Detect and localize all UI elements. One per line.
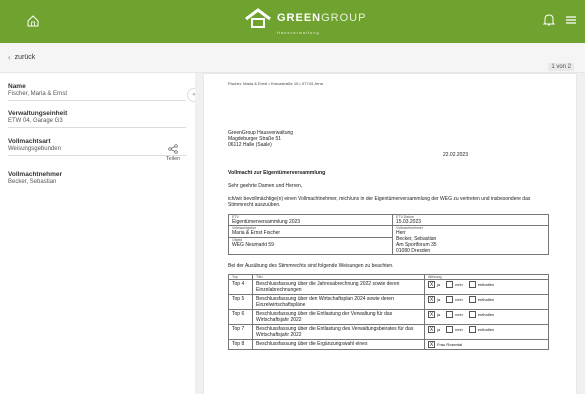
share-label: Teilen <box>165 156 181 162</box>
logo-light-text: GROUP <box>321 12 367 24</box>
field-label: Vollmachtnehmer <box>8 171 63 178</box>
table-row: Top 6 Beschlussfassung über die Entlastu… <box>228 309 549 325</box>
title-cell: Beschlussfassung über den Wirtschaftspla… <box>252 294 425 310</box>
cell-value: 15.03.2023 <box>396 219 422 225</box>
field-vollmachtsart: Vollmachtsart Weisungsgebunden <box>8 138 186 156</box>
field-name: Name Fischer, Maria & Ernst <box>8 83 186 101</box>
nein-checkbox[interactable] <box>446 281 454 288</box>
sub-navigation: ‹ zurück 1 von 2 <box>0 43 585 73</box>
top-cell: Top 4 <box>228 279 253 295</box>
enthalten-checkbox[interactable] <box>468 296 476 303</box>
enthalten-checkbox[interactable] <box>468 326 476 333</box>
top-cell: Top 5 <box>228 294 253 310</box>
title-cell: Beschlussfassung über die Ergänzungswahl… <box>252 339 425 350</box>
info-cell-date: ETV-Datum 15.03.2023 <box>392 214 549 226</box>
field-label: Verwaltungseinheit <box>8 110 68 117</box>
logo-house-icon <box>245 8 271 28</box>
option-label: ja <box>437 297 441 302</box>
field-label: Vollmachtsart <box>8 138 51 145</box>
option-label: ja <box>437 312 441 317</box>
document-page: Fischer, Maria & Ernst • Kreuzstraße 15 … <box>204 74 576 394</box>
candidate-label: Frau Rosental <box>437 342 463 347</box>
cell-value: Maria & Ernst Fischer <box>232 230 281 236</box>
detail-sidebar: Name Fischer, Maria & Ernst Verwaltungse… <box>0 73 195 394</box>
weisung-cell: Xja nein enthalten <box>424 279 549 295</box>
logo-main-text: GREEN <box>277 12 322 24</box>
sender-line: Fischer, Maria & Ernst • Kreuzstraße 15 … <box>228 81 323 86</box>
table-row: Top 8 Beschlussfassung über die Ergänzun… <box>228 339 549 350</box>
page-counter: 1 von 2 <box>548 63 574 71</box>
ja-checkbox[interactable]: X <box>428 311 435 318</box>
enthalten-checkbox[interactable] <box>468 281 476 288</box>
weisung-cell: Xja nein enthalten <box>424 324 549 340</box>
instruction-text: Bei der Ausübung des Stimmrechts sind fo… <box>228 263 394 269</box>
option-label: nein <box>455 282 463 287</box>
option-label: enthalten <box>477 297 495 302</box>
field-label: Name <box>8 83 26 90</box>
candidate-checkbox[interactable]: X <box>428 341 435 348</box>
back-button[interactable]: ‹ zurück <box>8 53 35 62</box>
table-row: Top 4 Beschlussfassung über die Jahresab… <box>228 279 549 295</box>
field-value: Fischer, Maria & Ernst <box>8 91 68 97</box>
top-cell: Top 6 <box>228 309 253 325</box>
logo[interactable]: GREENGROUP <box>243 7 366 29</box>
option-label: enthalten <box>477 327 495 332</box>
greeting: Sehr geehrte Damen und Herren, <box>228 183 303 189</box>
weisung-cell: Xja nein enthalten <box>424 309 549 325</box>
info-cell-etv: ETV Eigentümerversammlung 2023 <box>228 214 393 226</box>
share-icon <box>168 144 178 154</box>
ja-checkbox[interactable]: X <box>428 326 435 333</box>
option-label: ja <box>437 282 441 287</box>
option-label: nein <box>455 312 463 317</box>
letter-title: Vollmacht zur Eigentümerversammlung <box>228 170 326 176</box>
menu-icon[interactable] <box>565 13 577 32</box>
top-cell: Top 7 <box>228 324 253 340</box>
weisung-cell: Xja nein enthalten <box>424 294 549 310</box>
nein-checkbox[interactable] <box>446 311 454 318</box>
recipient-address: GreenGroup Hausverwaltung Magdeburger St… <box>228 130 552 148</box>
letter-date: 22.02.2023 <box>442 152 468 158</box>
intro-text: ich/wir bevollmächtige(n) einen Vollmach… <box>228 196 531 208</box>
field-value: Weisungsgebunden <box>8 146 61 152</box>
app-header: GREENGROUP Hausverwaltung <box>0 0 585 43</box>
cell-value: 01080 Dresden <box>396 248 431 254</box>
votes-table: Top Titel Weisung Top 4 Beschlussfassung… <box>228 274 549 350</box>
table-row: Top 5 Beschlussfassung über den Wirtscha… <box>228 294 549 310</box>
ja-checkbox[interactable]: X <box>428 296 435 303</box>
ja-checkbox[interactable]: X <box>428 281 435 288</box>
title-cell: Beschlussfassung über die Entlastung der… <box>252 309 425 325</box>
cell-value: Eigentümerversammlung 2023 <box>232 219 301 225</box>
chevron-left-icon: ‹ <box>8 53 11 62</box>
document-viewer[interactable]: Fischer, Maria & Ernst • Kreuzstraße 15 … <box>195 73 585 394</box>
info-cell-taker: Vollmachtnehmer Herr Becker, Sebastian A… <box>392 225 549 255</box>
title-cell: Beschlussfassung über die Jahresabrechnu… <box>252 279 425 295</box>
nein-checkbox[interactable] <box>446 296 454 303</box>
option-label: nein <box>455 327 463 332</box>
table-row: Top 7 Beschlussfassung über die Entlastu… <box>228 324 549 340</box>
option-label: enthalten <box>477 312 495 317</box>
enthalten-checkbox[interactable] <box>468 311 476 318</box>
option-label: nein <box>455 297 463 302</box>
logo-subtitle: Hausverwaltung <box>277 30 320 35</box>
info-cell-giver: Vollmachtgeber Maria & Ernst Fischer Obje… <box>228 225 393 255</box>
bell-icon[interactable] <box>542 13 556 32</box>
option-label: enthalten <box>477 282 495 287</box>
share-button[interactable]: Teilen <box>162 144 184 162</box>
back-label: zurück <box>14 54 36 61</box>
field-verwaltungseinheit: Verwaltungseinheit ETW 04, Garage G3 <box>8 110 186 128</box>
weisung-cell: X Frau Rosental <box>424 339 549 350</box>
field-vollmachtnehmer: Vollmachtnehmer Becker, Sebastian <box>8 171 186 188</box>
title-cell: Beschlussfassung über die Entlastung des… <box>252 324 425 340</box>
nein-checkbox[interactable] <box>446 326 454 333</box>
field-value: ETW 04, Garage G3 <box>8 118 63 124</box>
home-icon[interactable] <box>26 14 40 28</box>
top-cell: Top 8 <box>228 339 253 350</box>
info-table: ETV Eigentümerversammlung 2023 ETV-Datum 1… <box>228 214 549 255</box>
cell-value: WEG Neumarkt 59 <box>232 242 274 248</box>
option-label: ja <box>437 327 441 332</box>
address-line: 06112 Halle (Saale) <box>228 142 272 148</box>
field-value: Becker, Sebastian <box>8 179 57 185</box>
